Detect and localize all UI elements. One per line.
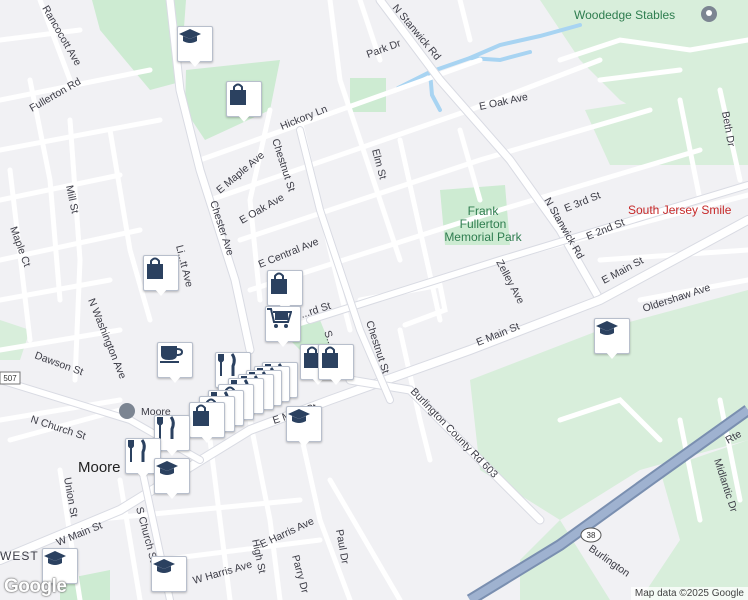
svg-text:38: 38 — [587, 531, 596, 540]
graduation-cap-icon — [288, 409, 310, 423]
street-label-zelley-ave: Zelley Ave — [493, 258, 526, 306]
shopping-marker[interactable] — [318, 344, 354, 388]
graduation-cap-icon — [596, 321, 618, 335]
street-label-e-2nd-st-e: E 2nd St — [585, 217, 627, 243]
street-label-e-oak-ave-w: E Oak Ave — [238, 191, 287, 226]
route-38-shield: 38 — [580, 527, 602, 543]
shopping-bag-icon — [230, 83, 246, 105]
shopping-marker[interactable] — [189, 402, 225, 446]
street-label-mill-st: Mill St — [63, 184, 81, 215]
shopping-bag-icon — [193, 404, 209, 426]
shopping-bag-icon — [271, 272, 287, 294]
graduation-cap-icon — [156, 461, 178, 475]
grocery-marker[interactable] — [265, 306, 301, 350]
street-label-w-harris-ave: W Harris Ave — [192, 558, 254, 586]
graduation-cap-icon — [44, 551, 66, 565]
street-label-n-washington-ave: N Washington Ave — [85, 297, 128, 381]
route-507-shield: 507 — [0, 371, 21, 385]
cafe-marker[interactable] — [157, 342, 193, 386]
fork-knife-icon — [128, 439, 146, 462]
street-label-n-church-st: N Church St — [29, 413, 87, 442]
shopping-bag-icon — [147, 257, 163, 279]
google-logo: Google — [4, 576, 67, 597]
fork-knife-icon — [218, 353, 236, 376]
shopping-marker[interactable] — [226, 81, 262, 125]
shopping-cart-icon — [267, 308, 292, 328]
map-attribution[interactable]: Map data ©2025 Google — [630, 587, 748, 600]
place-label-south-jersey-smile: South Jersey Smile — [628, 203, 732, 217]
street-label-chestnut-st-n: Chestnut St — [269, 137, 297, 193]
map-base: Rancocott Ave Fullerton Rd Mill St Maple… — [0, 0, 748, 600]
place-label-woodedge-stables: Woodedge Stables — [574, 8, 675, 22]
street-label-e-central-ave: E Central Ave — [257, 236, 321, 271]
school-marker[interactable] — [594, 318, 630, 362]
graduation-cap-icon — [153, 559, 175, 573]
street-label-parry-dr: Parry Dr — [289, 554, 311, 595]
street-label-maple-ct: Maple Ct — [7, 225, 33, 269]
school-marker[interactable] — [154, 458, 190, 502]
street-label-e-oak-ave-e: E Oak Ave — [478, 91, 529, 113]
town-label-moorestown: Moore — [78, 459, 121, 476]
street-label-park-dr: Park Dr — [365, 37, 403, 61]
map-canvas[interactable]: Rancocott Ave Fullerton Rd Mill St Maple… — [0, 0, 748, 600]
school-marker[interactable] — [177, 26, 213, 70]
shopping-marker[interactable] — [143, 255, 179, 299]
coffee-cup-icon — [160, 346, 184, 363]
svg-text:507: 507 — [3, 374, 17, 383]
fork-knife-icon — [157, 416, 175, 439]
library-icon — [119, 403, 135, 419]
school-marker[interactable] — [151, 556, 187, 600]
graduation-cap-icon — [179, 29, 201, 43]
school-marker[interactable] — [286, 406, 322, 450]
street-label-e-3rd-st-e: E 3rd St — [563, 189, 603, 214]
shopping-bag-icon — [322, 346, 338, 368]
place-label-west: WEST — [0, 549, 39, 563]
